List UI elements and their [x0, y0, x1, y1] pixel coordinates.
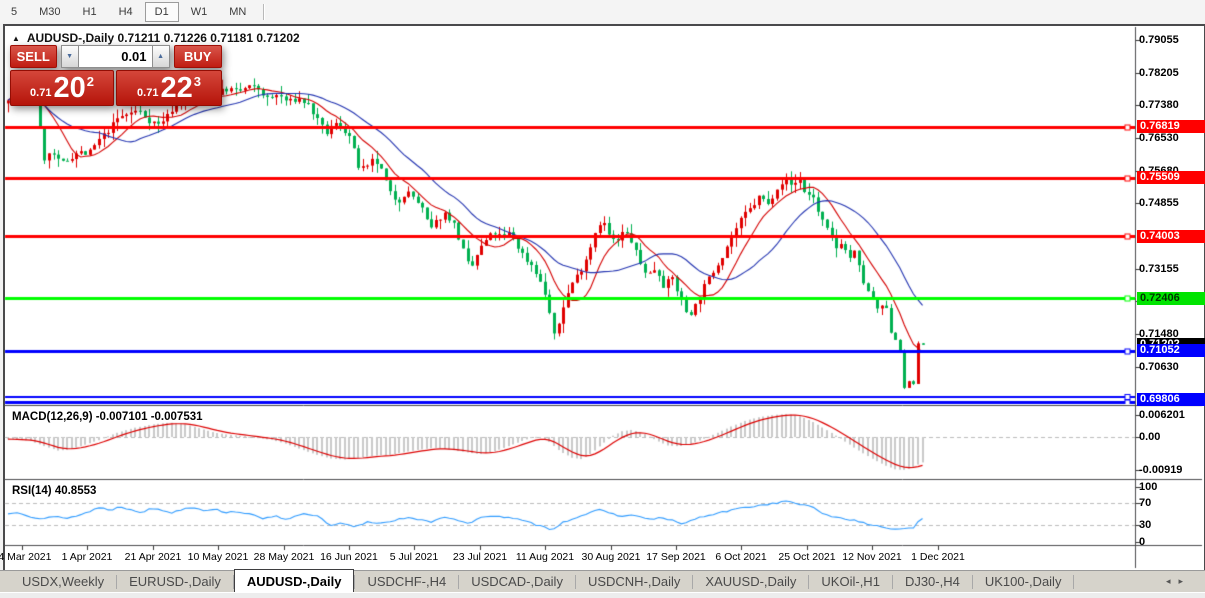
volume-decrease-icon[interactable]: ▼ [60, 45, 79, 68]
tab-scroll-right-icon[interactable]: ▸ [1178, 576, 1191, 586]
price-tick-label: 0.70630 [1139, 361, 1179, 373]
rsi-tick-label: 0 [1139, 536, 1146, 548]
date-axis-label: 14 Mar 2021 [0, 551, 52, 563]
sell-price-pips: 20 [53, 72, 86, 104]
rsi-tick-label: 30 [1139, 519, 1152, 531]
collapse-triangle-icon[interactable]: ▲ [12, 34, 20, 43]
trading-terminal-window: 5M30H1H4D1W1MN ▲ AUDUSD-,Daily 0.71211 0… [0, 0, 1205, 598]
tab-scroll-arrows: ◂▸ [1166, 576, 1191, 587]
price-line-badge: 0.74003 [1137, 230, 1205, 243]
sell-button[interactable]: SELL [10, 45, 57, 68]
date-axis-label: 12 Nov 2021 [842, 551, 902, 563]
price-line-badge: 0.75509 [1137, 171, 1205, 184]
macd-tick-label: -0.00919 [1139, 464, 1183, 476]
price-tick-label: 0.78205 [1139, 67, 1179, 79]
price-tick-label: 0.79055 [1139, 34, 1179, 46]
price-tick-label: 0.73155 [1139, 263, 1179, 275]
macd-header: MACD(12,26,9) -0.007101 -0.007531 [12, 411, 203, 423]
volume-stepper: ▼ ▲ [60, 45, 170, 68]
price-line-badge: 0.76819 [1137, 120, 1205, 133]
price-tick-label: 0.77380 [1139, 99, 1179, 111]
buy-price-pips: 22 [160, 72, 193, 104]
chart-ohlc-values: 0.71211 0.71226 0.71181 0.71202 [117, 31, 300, 45]
tab-scroll-left-icon[interactable]: ◂ [1166, 576, 1179, 586]
symbol-tab-eurusd-daily[interactable]: EURUSD-,Daily [117, 571, 233, 593]
status-bar [0, 592, 1205, 598]
symbol-tab-xauusd-daily[interactable]: XAUUSD-,Daily [693, 571, 808, 593]
date-axis-label: 25 Oct 2021 [778, 551, 836, 563]
symbol-tab-ukoil-h1[interactable]: UKOil-,H1 [809, 571, 892, 593]
macd-tick-label: 0.00 [1139, 431, 1161, 443]
rsi-tick-label: 70 [1139, 497, 1152, 509]
price-line-badge: 0.71052 [1137, 344, 1205, 357]
price-tick-label: 0.74855 [1139, 197, 1179, 209]
date-axis-label: 5 Jul 2021 [389, 551, 439, 563]
sell-price-button[interactable]: 0.71 20 2 [10, 70, 114, 106]
date-axis-label: 21 Apr 2021 [124, 551, 182, 563]
symbol-tab-usdchf-h4[interactable]: USDCHF-,H4 [355, 571, 458, 593]
volume-input[interactable] [78, 45, 152, 68]
date-axis-label: 1 Dec 2021 [911, 551, 965, 563]
rsi-header: RSI(14) 40.8553 [12, 485, 97, 497]
sell-price-handle: 0.71 [30, 87, 52, 99]
symbol-tab-usdx-weekly[interactable]: USDX,Weekly [10, 571, 116, 593]
symbol-tab-dj30-h4[interactable]: DJ30-,H4 [893, 571, 972, 593]
price-tick-label: 0.76530 [1139, 132, 1179, 144]
buy-price-fraction: 3 [193, 74, 201, 89]
symbol-tab-audusd-daily[interactable]: AUDUSD-,Daily [233, 569, 355, 593]
price-line-badge: 0.69806 [1137, 393, 1205, 406]
date-axis-label: 30 Aug 2021 [581, 551, 641, 563]
buy-price-button[interactable]: 0.71 22 3 [116, 70, 222, 106]
date-axis-label: 23 Jul 2021 [452, 551, 508, 563]
chart-title: ▲ AUDUSD-,Daily 0.71211 0.71226 0.71181 … [12, 31, 300, 45]
date-axis-label: 17 Sep 2021 [646, 551, 706, 563]
sell-price-fraction: 2 [86, 74, 94, 89]
one-click-trade-panel: SELL ▼ ▲ BUY 0.71 20 2 0.71 22 3 [10, 45, 222, 106]
symbol-tab-usdcnh-daily[interactable]: USDCNH-,Daily [576, 571, 692, 593]
rsi-tick-label: 100 [1139, 481, 1158, 493]
tab-divider [1073, 575, 1075, 589]
symbol-tab-bar: USDX,Weekly EURUSD-,Daily AUDUSD-,Daily USD… [0, 569, 1205, 593]
date-axis-label: 28 May 2021 [253, 551, 315, 563]
date-axis-label: 11 Aug 2021 [515, 551, 575, 563]
volume-increase-icon[interactable]: ▲ [151, 45, 170, 68]
macd-tick-label: 0.006201 [1139, 409, 1185, 421]
date-axis-label: 6 Oct 2021 [715, 551, 767, 563]
chart-symbol-label: AUDUSD-,Daily [26, 31, 115, 45]
price-line-badge: 0.72406 [1137, 292, 1205, 305]
buy-price-handle: 0.71 [137, 87, 159, 99]
date-axis-label: 1 Apr 2021 [61, 551, 113, 563]
buy-button[interactable]: BUY [173, 45, 222, 68]
symbol-tab-uk100-daily[interactable]: UK100-,Daily [973, 571, 1074, 593]
date-axis-label: 10 May 2021 [187, 551, 249, 563]
date-axis-label: 16 Jun 2021 [320, 551, 378, 563]
symbol-tab-usdcad-daily[interactable]: USDCAD-,Daily [459, 571, 575, 593]
